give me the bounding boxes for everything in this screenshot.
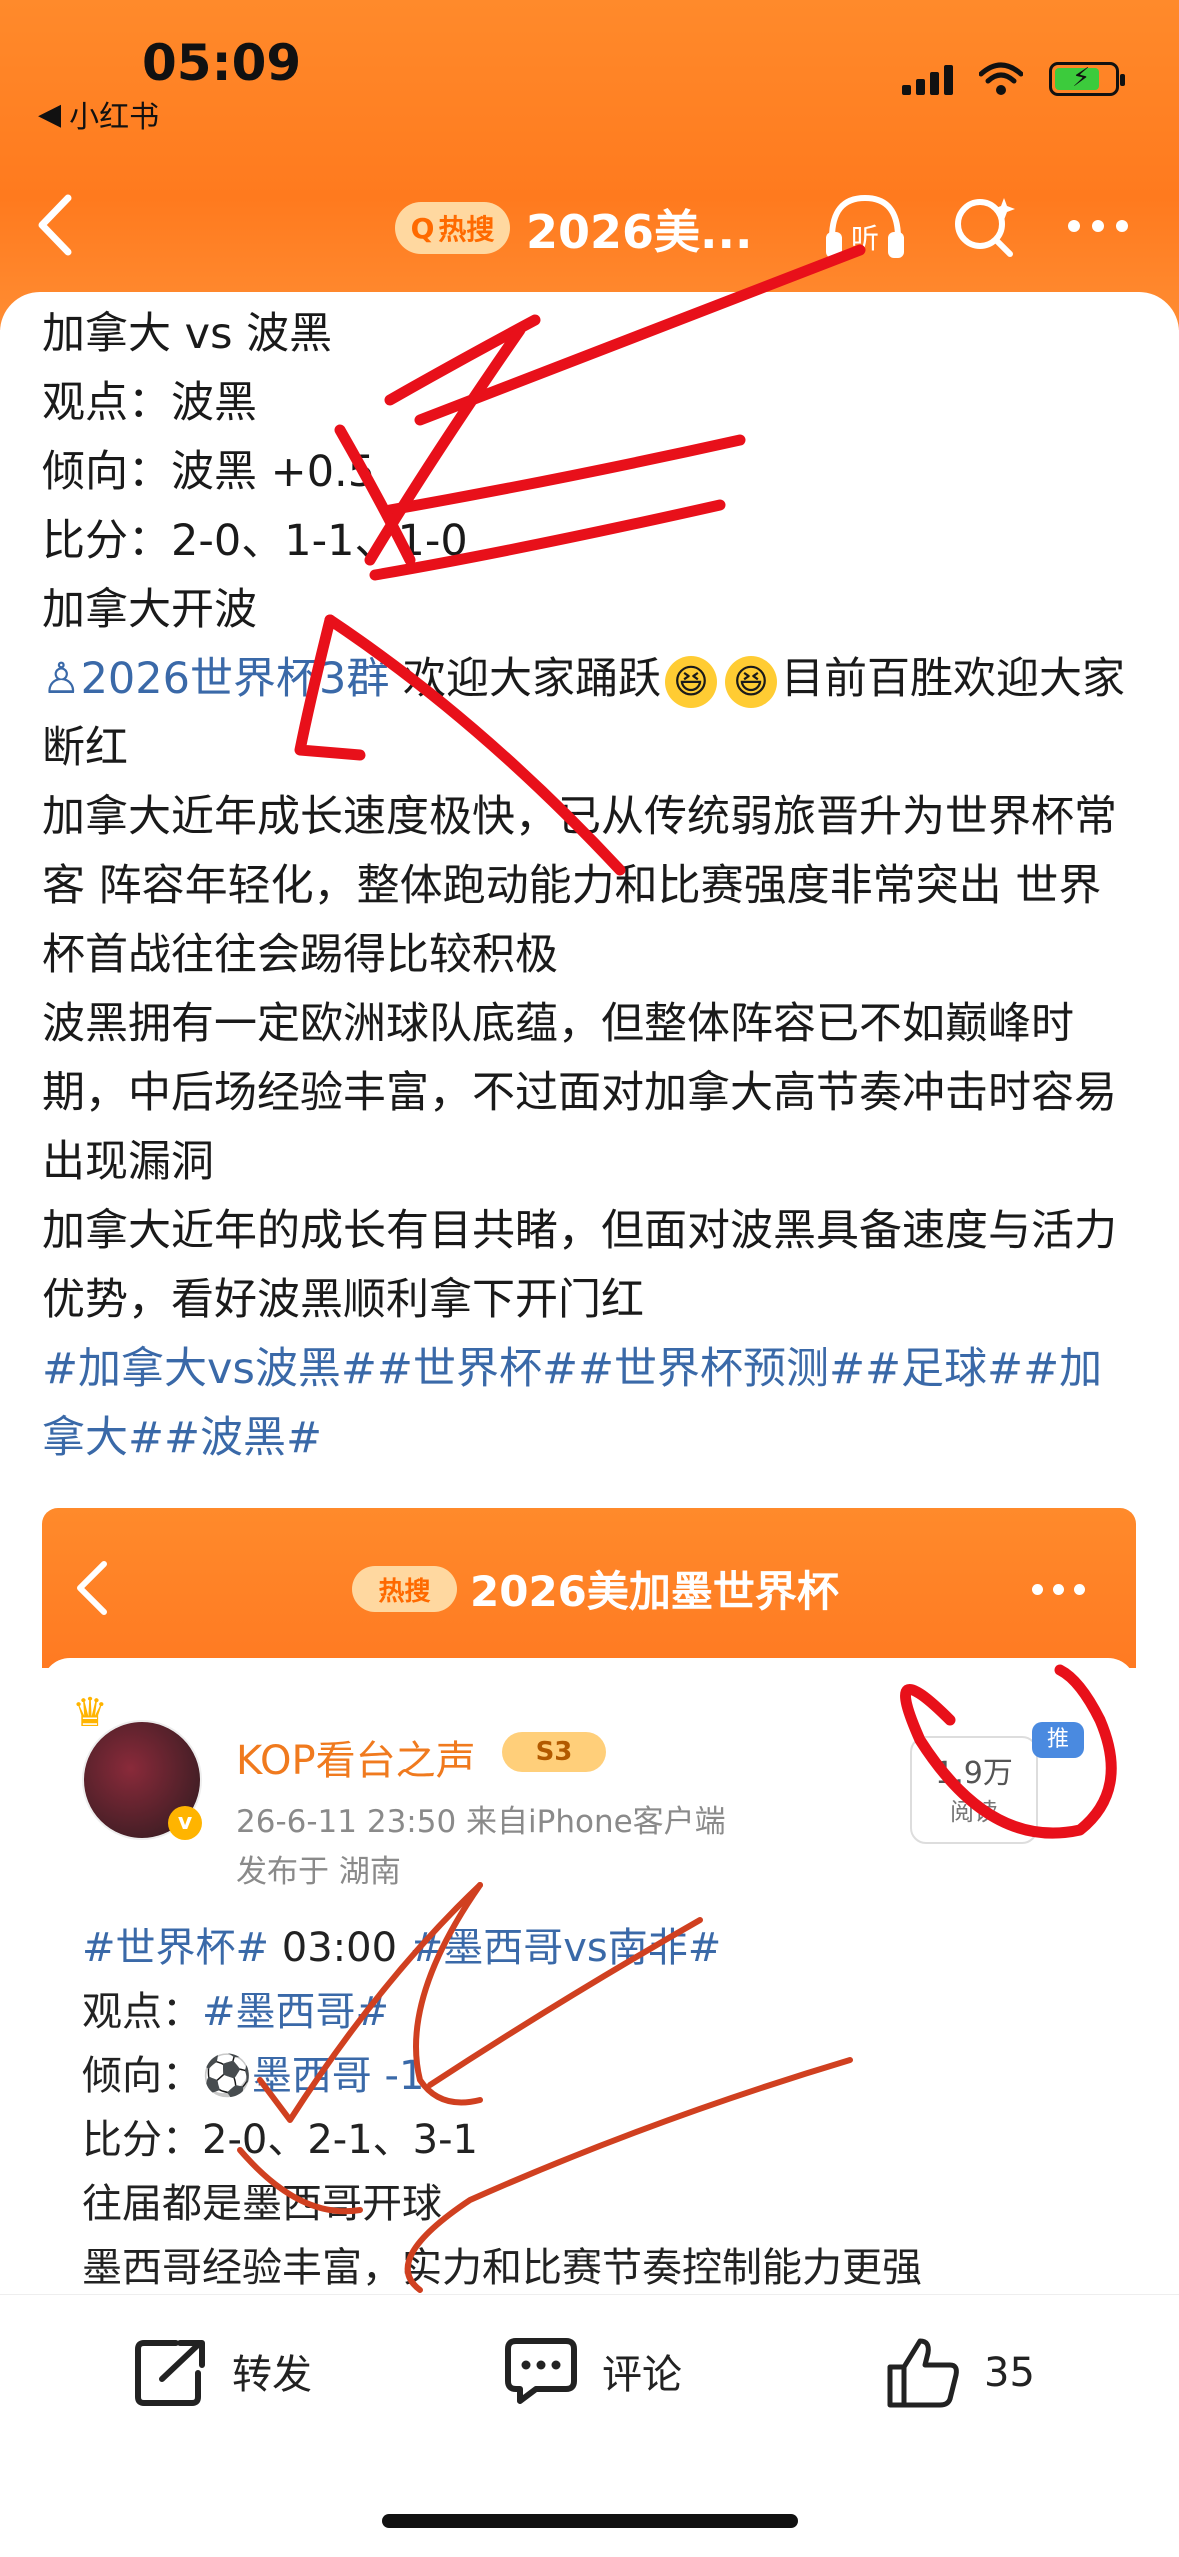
- post-paragraph: 波黑拥有一定欧洲球队底蕴，但整体阵容已不如巅峰时期，中后场经验丰富，不过面对加拿…: [42, 999, 1117, 1187]
- group-icon[interactable]: ♙: [42, 654, 81, 704]
- cellular-signal-icon: [902, 63, 953, 95]
- recommend-badge: 推: [1032, 1722, 1084, 1758]
- read-label: 阅读: [950, 1798, 998, 1826]
- embed-hot-badge: 热搜: [352, 1566, 457, 1612]
- post-line: 加拿大开波: [42, 585, 257, 635]
- embed-line: #世界杯# 03:00 #墨西哥vs南非#: [82, 1916, 1122, 1980]
- hot-search-label: 热搜: [438, 213, 495, 246]
- post-paragraph: 加拿大近年成长速度极快，已从传统弱旅晋升为世界杯常客 阵容年轻化，整体跑动能力和…: [42, 792, 1117, 980]
- topic-tag: #墨西哥#: [202, 1989, 390, 2035]
- thumbs-up-icon: [887, 2338, 959, 2408]
- repost-label: 转发: [232, 2352, 312, 2398]
- embed-post-text: #世界杯# 03:00 #墨西哥vs南非# 观点：#墨西哥# 倾向：⚽墨西哥 -…: [82, 1916, 1122, 2300]
- status-icons: ⚡: [902, 62, 1125, 96]
- embed-title: 2026美加墨世界杯: [470, 1567, 839, 1616]
- back-app-label: 小红书: [69, 100, 160, 135]
- svg-text:听: 听: [851, 222, 879, 255]
- nav-title[interactable]: 2026美...: [526, 196, 752, 262]
- post-line: 倾向：波黑 +0.5: [42, 447, 376, 497]
- like-button[interactable]: 35: [884, 2335, 1035, 2411]
- post-content: 加拿大 vs 波黑 观点：波黑 倾向：波黑 +0.5 比分：2-0、1-1、1-…: [42, 300, 1142, 1473]
- read-count-box: 1.9万 阅读: [910, 1736, 1038, 1844]
- comment-icon: [505, 2338, 577, 2404]
- hot-search-badge[interactable]: Q 热搜: [395, 202, 510, 254]
- group-link[interactable]: 2026世界杯3群: [81, 654, 390, 704]
- back-triangle-icon: ◀: [38, 96, 62, 132]
- comment-label: 评论: [602, 2352, 682, 2398]
- share-icon: [135, 2340, 205, 2406]
- more-options-icon[interactable]: [1068, 220, 1128, 232]
- read-count: 1.9万: [935, 1756, 1013, 1791]
- back-arrow-icon[interactable]: [30, 190, 80, 260]
- search-icon[interactable]: [950, 192, 1020, 262]
- post-line: 比分：2-0、1-1、1-0: [42, 516, 468, 566]
- embed-header: 热搜 2026美加墨世界杯: [42, 1508, 1136, 1668]
- headphones-listen-icon[interactable]: 听: [820, 188, 910, 268]
- lean-label: 倾向：: [82, 2053, 202, 2099]
- home-indicator: [382, 2514, 798, 2528]
- search-q-icon: Q: [410, 211, 435, 245]
- embed-line: 墨西哥经验丰富，实力和比赛节奏控制能力更强: [82, 2245, 922, 2291]
- post-line: 加拿大 vs 波黑: [42, 309, 333, 359]
- cheer-emoji-icon: 😆: [665, 655, 718, 708]
- post-tags[interactable]: #加拿大vs波黑##世界杯##世界杯预测##足球##加拿大##波黑#: [42, 1335, 1142, 1473]
- cheer-emoji-icon: 😆: [725, 655, 778, 708]
- post-location: 发布于 湖南: [236, 1854, 401, 1890]
- top-nav-bar: Q 热搜 2026美... 听: [0, 170, 1179, 280]
- group-line: ♙2026世界杯3群 欢迎大家踊跃 😆 😆 目前百胜欢迎大家断红: [42, 645, 1142, 783]
- back-to-app-link[interactable]: ◀ 小红书: [38, 92, 159, 136]
- level-badge: S3: [502, 1732, 606, 1772]
- comment-button[interactable]: 评论: [502, 2335, 682, 2407]
- battery-charging-icon: ⚡: [1049, 62, 1125, 96]
- crown-icon: ♛: [72, 1690, 108, 1736]
- wifi-icon: [979, 62, 1023, 95]
- view-label: 观点：: [82, 1989, 202, 2035]
- embed-line: 倾向：⚽墨西哥 -1: [82, 2044, 1122, 2108]
- group-text: 欢迎大家踊跃: [389, 654, 662, 704]
- post-line: 观点：波黑: [42, 378, 257, 428]
- topic-tag: #世界杯#: [82, 1925, 270, 1971]
- back-arrow-icon: [77, 1561, 107, 1615]
- topic-tag: #墨西哥vs南非#: [409, 1925, 722, 1971]
- embed-line: 往届都是墨西哥开球: [82, 2181, 442, 2227]
- soccer-ball-icon: ⚽: [202, 2053, 252, 2099]
- lean-value: 墨西哥 -1: [251, 2053, 425, 2099]
- embed-line: 观点：#墨西哥#: [82, 1980, 1122, 2044]
- username: KOP看台之声: [236, 1738, 476, 1784]
- more-options-icon: [1032, 1584, 1085, 1595]
- post-paragraph: 加拿大近年的成长有目共睹，但面对波黑具备速度与活力优势，看好波黑顺利拿下开门红: [42, 1206, 1117, 1325]
- embed-line: 比分：2-0、2-1、3-1: [82, 2117, 478, 2163]
- like-count: 35: [984, 2350, 1035, 2396]
- status-time: 05:09: [142, 34, 302, 92]
- match-time: 03:00: [269, 1925, 410, 1971]
- post-meta: 26-6-11 23:50 来自iPhone客户端: [236, 1804, 726, 1840]
- verified-badge-icon: v: [168, 1806, 202, 1840]
- repost-button[interactable]: 转发: [132, 2335, 312, 2407]
